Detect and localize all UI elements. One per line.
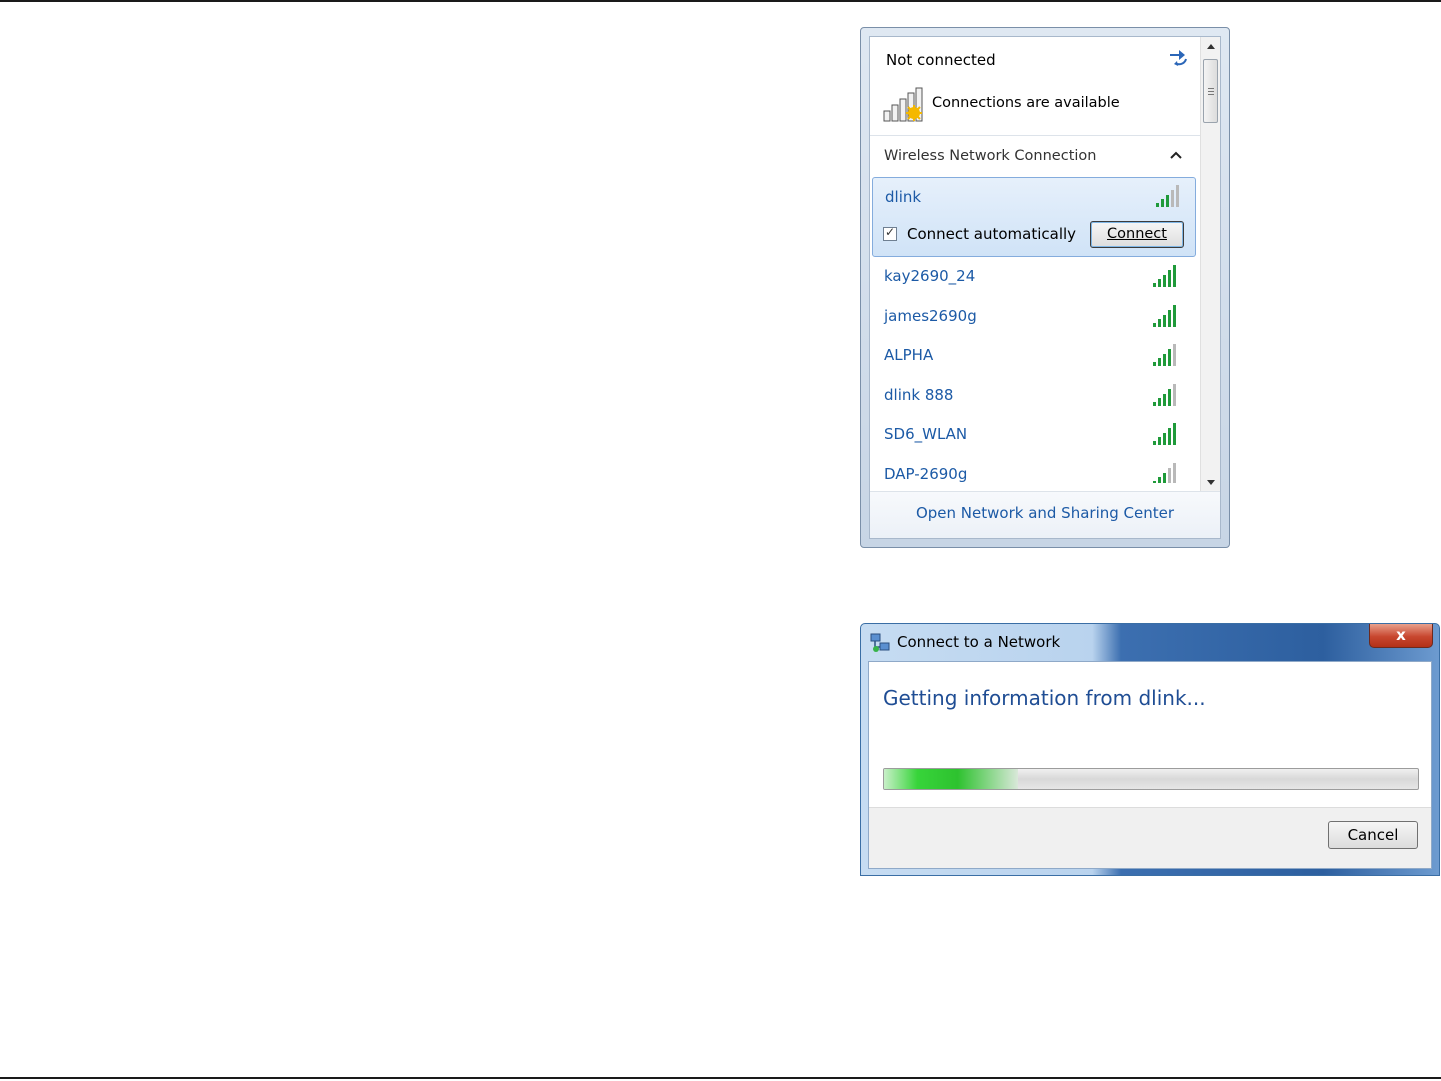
progress-fill <box>884 769 1018 789</box>
network-name: dlink 888 <box>884 386 954 404</box>
network-flyout: Not connected Connections are available … <box>860 27 1230 548</box>
auto-connect-label: Connect automatically <box>907 225 1077 243</box>
signal-strength-icon <box>1153 384 1176 406</box>
section-label: Wireless Network Connection <box>884 148 1097 164</box>
list-scrollbar[interactable] <box>1200 37 1221 492</box>
refresh-icon[interactable] <box>1167 45 1191 67</box>
network-name: james2690g <box>884 307 977 325</box>
scroll-up-icon[interactable] <box>1201 37 1221 57</box>
flyout-panel: Not connected Connections are available … <box>869 36 1221 539</box>
network-name: kay2690_24 <box>884 267 976 285</box>
availability-text: Connections are available <box>932 95 1120 111</box>
connect-button[interactable]: Connect <box>1090 221 1184 248</box>
flyout-footer: Open Network and Sharing Center <box>870 491 1220 538</box>
scroll-down-icon[interactable] <box>1201 472 1221 492</box>
connection-status: Not connected Connections are available <box>870 37 1200 136</box>
chevron-up-icon[interactable] <box>1170 150 1182 160</box>
status-message: Getting information from dlink... <box>883 686 1206 710</box>
dialog-title-bar[interactable]: Connect to a Network x <box>861 624 1439 658</box>
auto-connect-checkbox[interactable]: ✓ <box>883 225 897 241</box>
network-item[interactable]: dlink 888 <box>870 376 1200 416</box>
network-list: dlink ✓ Connect automatically Connect ka… <box>870 176 1200 483</box>
network-item[interactable]: SD6_WLAN <box>870 415 1200 455</box>
grip-icon <box>1208 88 1214 95</box>
network-item[interactable]: kay2690_24 <box>870 257 1200 297</box>
cancel-button[interactable]: Cancel <box>1328 821 1418 849</box>
network-name: dlink <box>885 188 922 206</box>
signal-strength-icon <box>1153 423 1176 445</box>
status-text: Not connected <box>886 51 996 69</box>
dialog-body: Getting information from dlink... Cancel <box>868 661 1432 869</box>
dialog-footer: Cancel <box>869 807 1431 868</box>
signal-strength-icon <box>1153 344 1176 366</box>
scroll-thumb[interactable] <box>1203 59 1218 123</box>
network-item[interactable]: DAP-2690g <box>870 455 1200 483</box>
connect-dialog: Connect to a Network x Getting informati… <box>860 623 1440 876</box>
wireless-section-header[interactable]: Wireless Network Connection <box>870 136 1200 176</box>
signal-strength-icon <box>1156 185 1179 207</box>
signal-strength-icon <box>1153 305 1176 327</box>
bottom-rule <box>0 1077 1441 1079</box>
network-name: SD6_WLAN <box>884 425 968 443</box>
network-item-dlink[interactable]: dlink ✓ Connect automatically Connect <box>872 177 1196 257</box>
network-item[interactable]: ALPHA <box>870 336 1200 376</box>
dialog-title: Connect to a Network <box>897 633 1061 651</box>
close-icon[interactable]: x <box>1369 624 1433 648</box>
network-name: ALPHA <box>884 346 934 364</box>
signal-strength-icon <box>1153 463 1176 483</box>
network-name: DAP-2690g <box>884 465 968 483</box>
open-network-center-link[interactable]: Open Network and Sharing Center <box>870 504 1220 522</box>
network-item[interactable]: james2690g <box>870 297 1200 337</box>
progress-bar <box>883 768 1419 790</box>
top-rule <box>0 0 1441 2</box>
network-connect-icon <box>870 633 890 652</box>
signal-warning-icon <box>883 87 923 122</box>
signal-strength-icon <box>1153 265 1176 287</box>
